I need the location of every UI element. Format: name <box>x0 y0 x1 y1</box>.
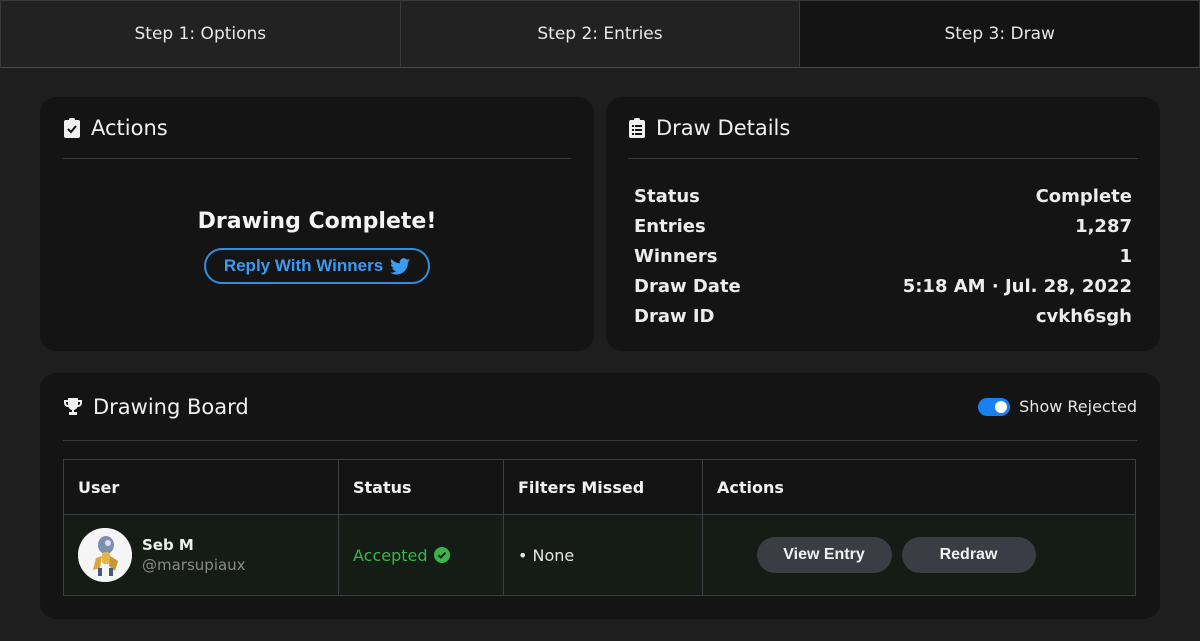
draw-details-header: Draw Details <box>628 97 1138 159</box>
detail-value: 1 <box>1119 245 1132 267</box>
column-header-actions: Actions <box>702 459 1136 515</box>
status-text: Accepted <box>353 545 428 565</box>
detail-value: Complete <box>1035 185 1132 207</box>
table-row: Seb M @marsupiaux Accepted • None View E… <box>63 514 1136 596</box>
drawing-board-title: Drawing Board <box>93 394 249 419</box>
robot-avatar-icon <box>78 528 132 582</box>
detail-value: cvkh6sgh <box>1035 306 1132 328</box>
table-header-row: User Status Filters Missed Actions <box>63 459 1136 515</box>
user-handle[interactable]: @marsupiaux <box>142 556 246 574</box>
step-tabs: Step 1: Options Step 2: Entries Step 3: … <box>0 0 1200 68</box>
details-list: Status Complete Entries 1,287 Winners 1 … <box>628 159 1138 332</box>
trophy-icon <box>64 397 82 415</box>
draw-details-card: Draw Details Status Complete Entries 1,2… <box>606 97 1160 351</box>
detail-label: Draw ID <box>634 306 715 328</box>
user-cell: Seb M @marsupiaux <box>63 514 339 596</box>
draw-details-title: Draw Details <box>656 115 791 140</box>
detail-label: Entries <box>634 215 706 237</box>
detail-value: 5:18 AM · Jul. 28, 2022 <box>902 276 1132 298</box>
twitter-bird-icon <box>390 257 411 274</box>
actions-header: Actions <box>63 97 571 159</box>
column-header-filters-missed: Filters Missed <box>503 459 703 515</box>
show-rejected-label: Show Rejected <box>1019 397 1137 416</box>
show-rejected-toggle[interactable] <box>978 397 1011 416</box>
clipboard-check-icon <box>64 117 80 138</box>
actions-cell: View Entry Redraw <box>702 514 1136 596</box>
drawing-board-card: Drawing Board Show Rejected User Status … <box>40 373 1160 619</box>
actions-title: Actions <box>91 115 168 140</box>
show-rejected-control: Show Rejected <box>978 397 1137 416</box>
view-entry-button[interactable]: View Entry <box>756 537 892 573</box>
actions-card: Actions Drawing Complete! Reply With Win… <box>40 97 594 351</box>
detail-row-draw-id: Draw ID cvkh6sgh <box>634 302 1132 332</box>
status-cell: Accepted <box>338 514 504 596</box>
detail-row-draw-date: Draw Date 5:18 AM · Jul. 28, 2022 <box>634 272 1132 302</box>
detail-value: 1,287 <box>1075 215 1132 237</box>
check-circle-icon <box>433 547 450 563</box>
status-badge: Accepted <box>353 546 503 565</box>
reply-button-label: Reply With Winners <box>223 256 384 275</box>
tab-entries[interactable]: Step 2: Entries <box>401 1 801 67</box>
tab-options[interactable]: Step 1: Options <box>1 1 401 67</box>
reply-with-winners-button[interactable]: Reply With Winners <box>203 248 431 284</box>
column-header-user: User <box>63 459 339 515</box>
filters-missed-cell: • None <box>503 514 703 596</box>
avatar[interactable] <box>78 528 132 582</box>
redraw-button[interactable]: Redraw <box>901 537 1036 573</box>
user-name: Seb M <box>142 536 194 554</box>
tab-draw[interactable]: Step 3: Draw <box>800 1 1200 67</box>
drawing-board-table: User Status Filters Missed Actions Seb M… <box>63 459 1136 596</box>
detail-label: Draw Date <box>634 276 741 298</box>
drawing-complete-text: Drawing Complete! <box>197 209 437 234</box>
detail-row-status: Status Complete <box>634 181 1132 211</box>
column-header-status: Status <box>338 459 504 515</box>
detail-row-entries: Entries 1,287 <box>634 211 1132 241</box>
clipboard-list-icon <box>629 117 645 138</box>
detail-label: Status <box>634 185 700 207</box>
detail-label: Winners <box>634 245 718 267</box>
detail-row-winners: Winners 1 <box>634 241 1132 271</box>
filters-missed-text: • None <box>518 545 575 565</box>
drawing-board-header: Drawing Board Show Rejected <box>63 373 1137 441</box>
